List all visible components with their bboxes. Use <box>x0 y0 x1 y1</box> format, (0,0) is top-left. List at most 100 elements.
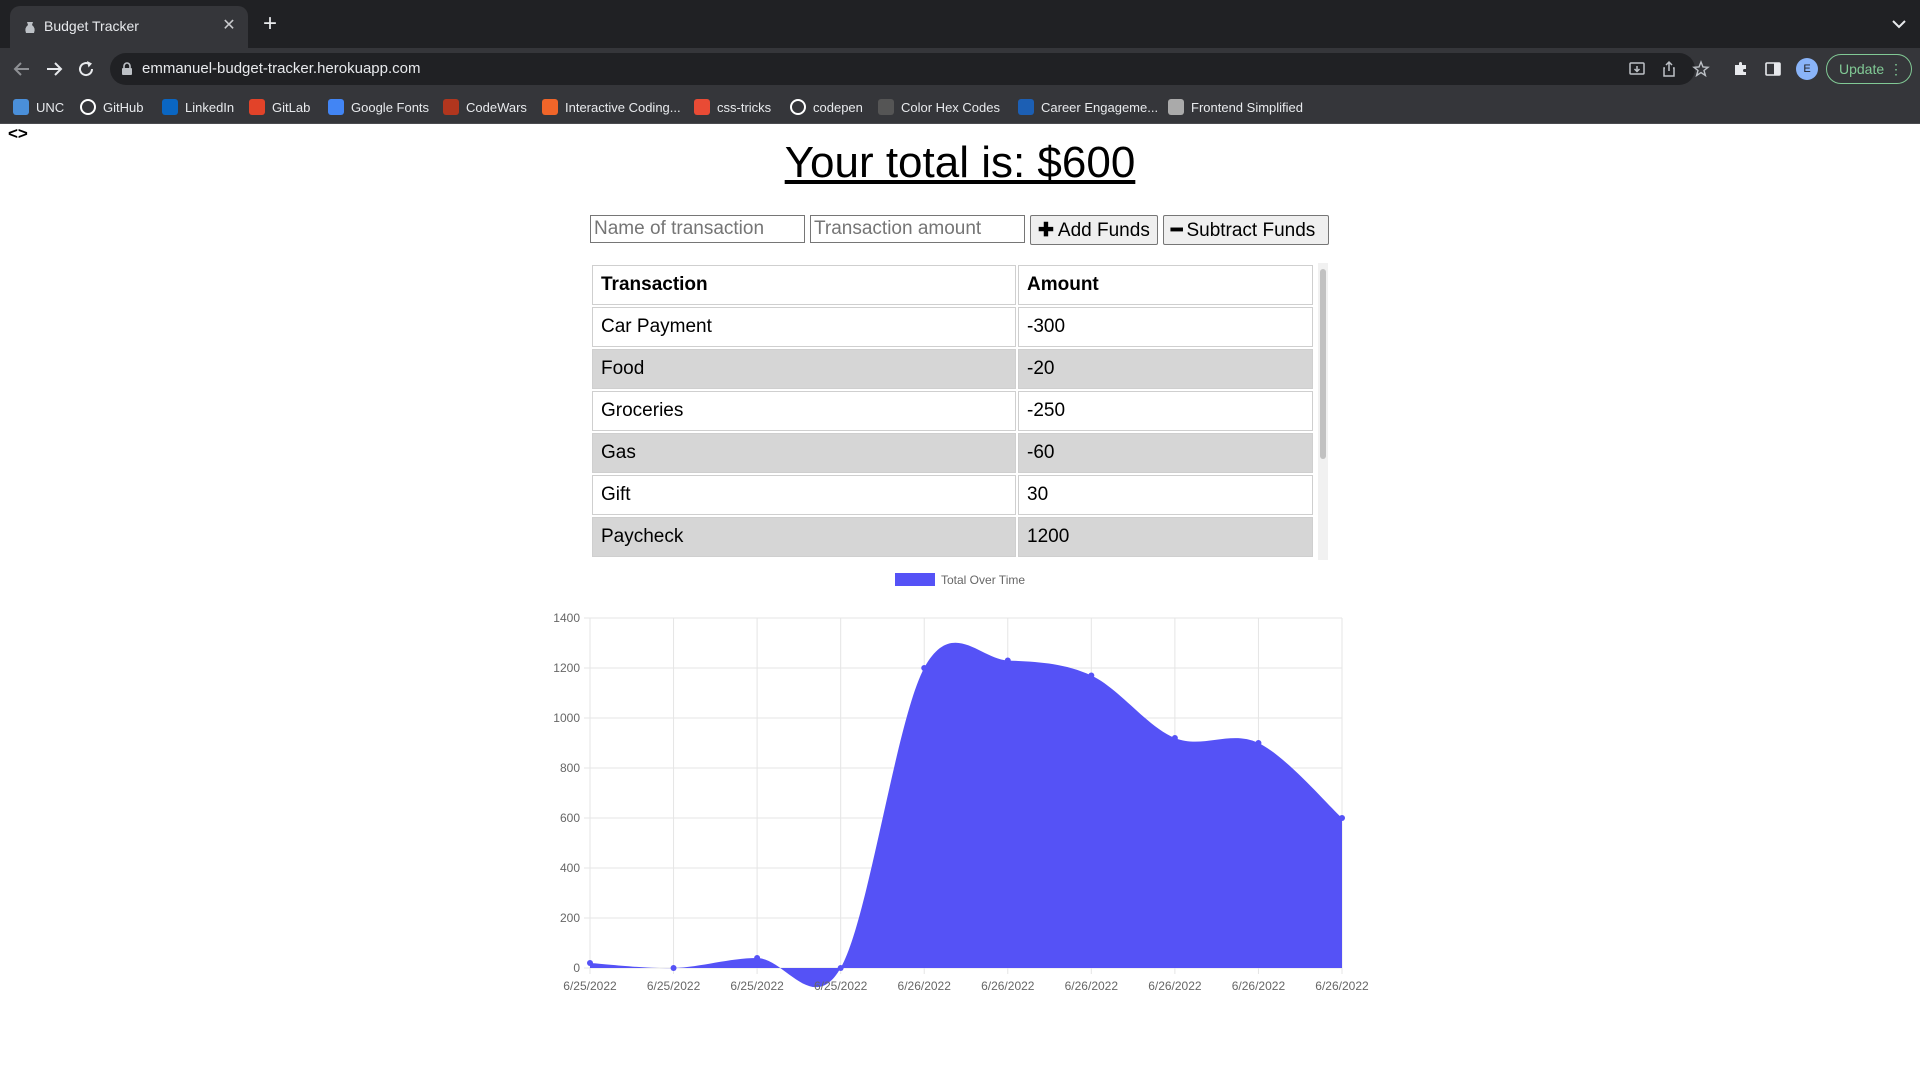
data-point <box>1339 815 1345 821</box>
forward-arrow-icon[interactable] <box>42 57 66 81</box>
add-funds-button[interactable]: ✚ Add Funds <box>1030 215 1158 245</box>
bookmark-interactive-coding[interactable]: Interactive Coding... <box>542 98 681 116</box>
column-header-amount: Amount <box>1018 265 1313 305</box>
extensions-puzzle-icon[interactable] <box>1732 60 1750 78</box>
bookmark-codewars[interactable]: CodeWars <box>443 98 527 116</box>
bookmark-label: GitLab <box>272 99 311 115</box>
transaction-name-cell: Paycheck <box>592 517 1016 557</box>
y-tick-label: 1200 <box>553 661 580 675</box>
x-tick-label: 6/26/2022 <box>1065 979 1119 993</box>
linkedin-icon <box>162 99 178 115</box>
y-tick-label: 600 <box>560 811 580 825</box>
bookmark-label: UNC <box>36 99 65 115</box>
bookmark-label: codepen <box>813 99 863 115</box>
x-tick-label: 6/26/2022 <box>898 979 952 993</box>
data-point <box>1255 740 1262 746</box>
bookmark-label: Frontend Simplified <box>1191 99 1303 115</box>
transaction-amount-input[interactable] <box>810 215 1025 243</box>
bookmark-label: Google Fonts <box>351 99 430 115</box>
transaction-amount-cell: -300 <box>1018 307 1313 347</box>
data-point <box>1004 657 1011 664</box>
x-tick-label: 6/26/2022 <box>1148 979 1202 993</box>
data-point <box>837 965 844 971</box>
y-tick-label: 1400 <box>553 611 580 625</box>
table-row: Food -20 <box>592 349 1313 389</box>
address-bar[interactable]: emmanuel-budget-tracker.herokuapp.com <box>110 53 1710 85</box>
data-point <box>754 955 761 961</box>
close-tab-icon[interactable]: ✕ <box>220 17 238 35</box>
bookmark-gitlab[interactable]: GitLab <box>249 98 310 116</box>
bookmark-github[interactable]: GitHub <box>80 98 143 116</box>
install-app-icon[interactable] <box>1628 60 1646 78</box>
bookmark-codepen[interactable]: codepen <box>790 98 863 116</box>
y-tick-label: 800 <box>560 761 580 775</box>
codepen-icon <box>790 99 806 115</box>
transaction-amount-cell: -60 <box>1018 433 1313 473</box>
star-icon[interactable] <box>1692 60 1710 78</box>
chevron-down-icon[interactable] <box>1890 15 1908 33</box>
transaction-name-cell: Gas <box>592 433 1016 473</box>
bookmark-unc[interactable]: UNC <box>13 98 64 116</box>
y-tick-label: 400 <box>560 861 580 875</box>
x-tick-label: 6/25/2022 <box>563 979 617 993</box>
minus-icon: ━ <box>1171 219 1183 241</box>
google-fonts-icon <box>328 99 344 115</box>
browser-toolbar: emmanuel-budget-tracker.herokuapp.com E … <box>0 48 1920 90</box>
codewars-icon <box>443 99 459 115</box>
profile-avatar[interactable]: E <box>1796 58 1818 80</box>
data-point <box>670 965 677 971</box>
y-tick-label: 0 <box>573 961 580 975</box>
table-scrollbar-thumb[interactable] <box>1320 269 1326 459</box>
bookmark-color-hex[interactable]: Color Hex Codes <box>878 98 1000 116</box>
table-row: Car Payment -300 <box>592 307 1313 347</box>
legend-swatch <box>895 573 935 586</box>
bookmark-google-fonts[interactable]: Google Fonts <box>328 98 429 116</box>
transaction-amount-cell: -20 <box>1018 349 1313 389</box>
update-button[interactable]: Update ⋮ <box>1826 54 1912 84</box>
bookmark-label: LinkedIn <box>185 99 235 115</box>
new-tab-icon[interactable]: + <box>258 12 282 37</box>
x-tick-label: 6/25/2022 <box>730 979 784 993</box>
kebab-menu-icon[interactable]: ⋮ <box>1889 55 1903 83</box>
interactive-coding-icon <box>542 99 558 115</box>
transaction-name-input[interactable] <box>590 215 805 243</box>
browser-tab[interactable]: Budget Tracker ✕ <box>10 6 248 48</box>
legend-label: Total Over Time <box>941 573 1025 587</box>
back-arrow-icon[interactable] <box>10 57 34 81</box>
bookmark-label: GitHub <box>103 99 144 115</box>
total-heading: Your total is: $600 <box>784 138 1136 187</box>
bookmark-frontend-simplified[interactable]: Frontend Simplified <box>1168 98 1303 116</box>
transaction-amount-cell: -250 <box>1018 391 1313 431</box>
lock-icon[interactable] <box>120 62 134 76</box>
column-header-transaction: Transaction <box>592 265 1016 305</box>
y-tick-label: 1000 <box>553 711 580 725</box>
bookmark-label: CodeWars <box>466 99 527 115</box>
subtract-funds-button[interactable]: ━ Subtract Funds <box>1163 215 1329 245</box>
table-row: Paycheck 1200 <box>592 517 1313 557</box>
browser-tabstrip: Budget Tracker ✕ + <box>0 0 1920 48</box>
series-area <box>590 642 1342 988</box>
bookmark-label: Interactive Coding... <box>565 99 681 115</box>
bookmark-linkedin[interactable]: LinkedIn <box>162 98 234 116</box>
color-hex-icon <box>878 99 894 115</box>
data-point <box>587 960 593 966</box>
transaction-name-cell: Car Payment <box>592 307 1016 347</box>
transaction-amount-cell: 1200 <box>1018 517 1313 557</box>
table-row: Gift 30 <box>592 475 1313 515</box>
x-tick-label: 6/25/2022 <box>647 979 701 993</box>
y-tick-label: 200 <box>560 911 580 925</box>
bookmark-label: Career Engageme... <box>1041 99 1159 115</box>
transactions-table-container[interactable]: Transaction Amount Car Payment -300 Food -2… <box>590 263 1328 560</box>
bookmark-career-engagement[interactable]: Career Engageme... <box>1018 98 1158 116</box>
update-label: Update <box>1839 61 1885 77</box>
x-tick-label: 6/26/2022 <box>1232 979 1286 993</box>
transaction-name-cell: Groceries <box>592 391 1016 431</box>
x-tick-label: 6/26/2022 <box>981 979 1035 993</box>
frontend-simplified-icon <box>1168 99 1184 115</box>
side-panel-icon[interactable] <box>1764 60 1782 78</box>
bookmark-css-tricks[interactable]: css-tricks <box>694 98 771 116</box>
transaction-amount-cell: 30 <box>1018 475 1313 515</box>
transactions-table: Transaction Amount Car Payment -300 Food -2… <box>590 263 1315 559</box>
share-icon[interactable] <box>1660 60 1678 78</box>
reload-icon[interactable] <box>74 57 98 81</box>
